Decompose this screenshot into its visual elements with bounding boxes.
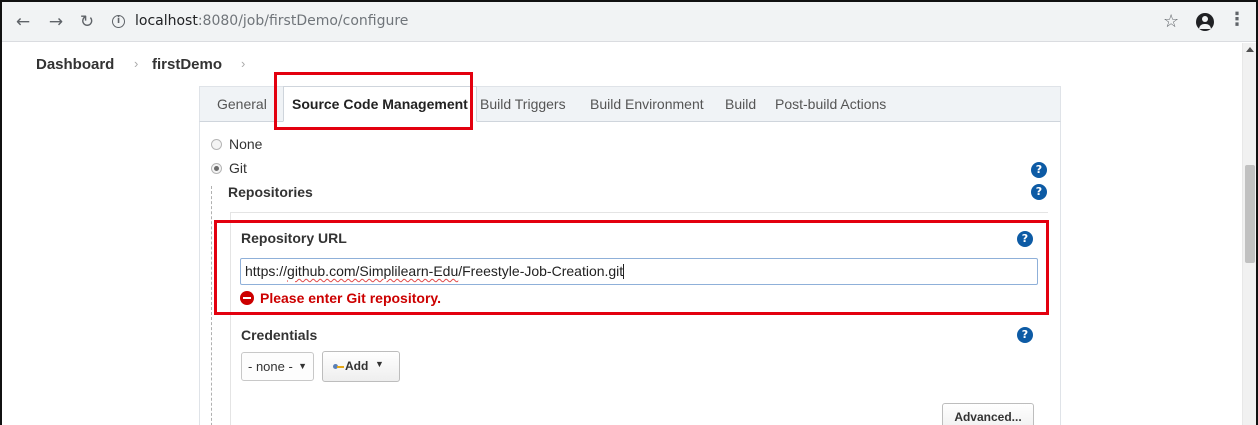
breadcrumb-separator: › — [134, 56, 139, 71]
forward-arrow-icon[interactable]: → — [47, 13, 65, 31]
page-scrollbar[interactable] — [1242, 43, 1256, 425]
breadcrumb-dashboard[interactable]: Dashboard — [36, 56, 114, 73]
tab-source-code-management[interactable]: Source Code Management — [283, 86, 477, 122]
repository-url-prefix: https:// — [245, 263, 288, 279]
radio-git[interactable] — [211, 163, 222, 174]
breadcrumb-firstdemo[interactable]: firstDemo — [152, 56, 222, 73]
tab-build-environment[interactable]: Build Environment — [590, 87, 704, 122]
tab-general[interactable]: General — [217, 87, 267, 122]
scroll-up-arrow-icon[interactable] — [1246, 47, 1254, 52]
reload-icon[interactable]: ↻ — [78, 13, 96, 31]
config-tabbar: General Source Code Management Build Tri… — [199, 86, 1061, 122]
url-text[interactable]: localhost:8080/job/firstDemo/configure — [135, 13, 408, 29]
repository-url-suffix: /Freestyle-Job-Creation.git — [458, 263, 624, 279]
repository-url-spellcheck: github.com/Simplilearn-Edu — [287, 263, 459, 279]
url-path: :8080/job/firstDemo/configure — [197, 13, 409, 29]
dropdown-caret-icon: ▼ — [375, 359, 384, 369]
repository-url-error: Please enter Git repository. — [260, 290, 442, 306]
text-caret — [623, 264, 625, 279]
url-host: localhost — [135, 13, 198, 29]
address-bar[interactable]: i localhost:8080/job/firstDemo/configure — [106, 8, 1202, 36]
kebab-menu-icon[interactable]: ⋮ — [1228, 11, 1246, 29]
radio-none-label: None — [229, 136, 263, 152]
bookmark-star-icon[interactable]: ☆ — [1163, 11, 1179, 32]
credentials-label: Credentials — [241, 327, 318, 343]
tab-post-build-actions[interactable]: Post-build Actions — [775, 87, 886, 122]
back-arrow-icon[interactable]: ← — [14, 13, 32, 31]
error-icon — [240, 291, 254, 305]
profile-icon[interactable] — [1196, 13, 1214, 31]
credentials-select[interactable]: - none - ▼ — [241, 352, 314, 381]
repositories-help-icon[interactable]: ? — [1031, 184, 1047, 200]
add-credentials-button[interactable]: Add ▼ — [322, 351, 400, 382]
screenshot-frame: ← → ↻ i localhost:8080/job/firstDemo/con… — [0, 0, 1258, 425]
select-arrow-icon: ▼ — [298, 361, 307, 371]
credentials-help-icon[interactable]: ? — [1017, 327, 1033, 343]
radio-git-label: Git — [229, 160, 247, 176]
add-button-label: Add — [345, 359, 369, 373]
breadcrumb-separator: › — [241, 56, 246, 71]
git-help-icon[interactable]: ? — [1031, 162, 1047, 178]
repository-url-input[interactable]: https://github.com/Simplilearn-Edu/Frees… — [240, 258, 1038, 285]
repository-entry — [230, 212, 1048, 425]
advanced-button[interactable]: Advanced... — [942, 403, 1034, 425]
repositories-label: Repositories — [228, 184, 313, 200]
browser-toolbar: ← → ↻ i localhost:8080/job/firstDemo/con… — [2, 2, 1256, 42]
info-icon[interactable]: i — [112, 15, 125, 28]
git-section-guide — [211, 186, 212, 425]
tab-build-triggers[interactable]: Build Triggers — [480, 87, 566, 122]
key-icon — [333, 363, 344, 370]
credentials-selected-value: - none - — [248, 359, 293, 374]
repository-url-label: Repository URL — [241, 230, 347, 246]
repository-url-help-icon[interactable]: ? — [1017, 231, 1033, 247]
radio-none[interactable] — [211, 139, 222, 150]
tab-build[interactable]: Build — [725, 87, 756, 122]
scroll-thumb[interactable] — [1245, 165, 1255, 263]
